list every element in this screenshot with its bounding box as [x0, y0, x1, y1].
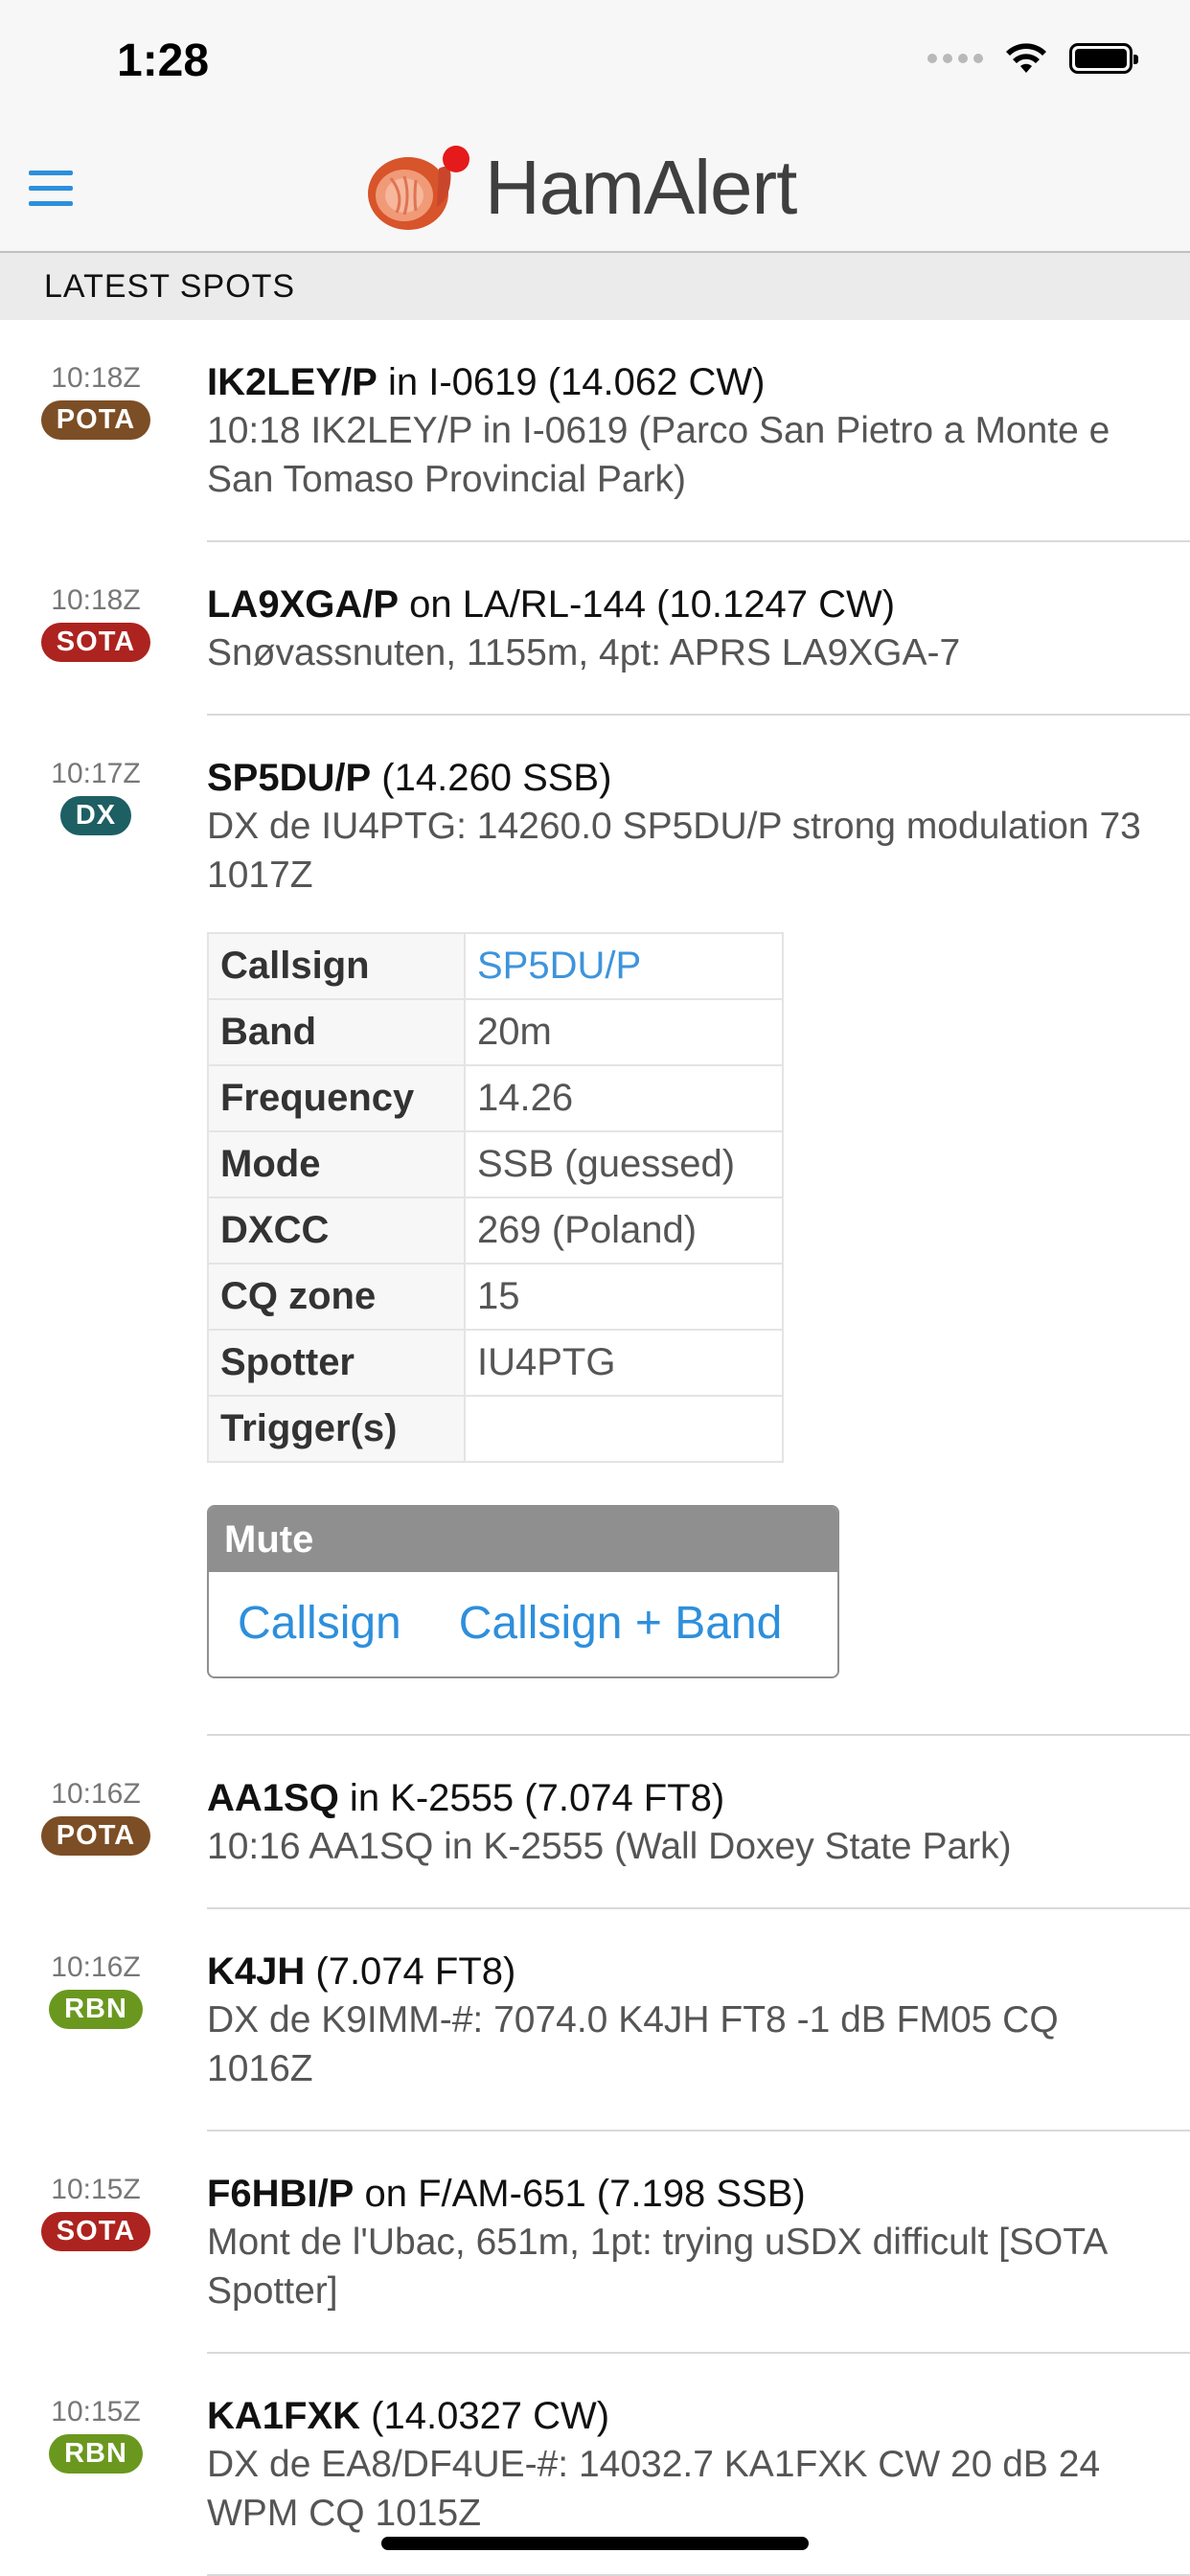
status-icons: [927, 42, 1138, 75]
spot-time: 10:15Z: [51, 2396, 141, 2428]
detail-label: Band: [207, 998, 466, 1066]
cellular-signal-icon: [927, 54, 983, 63]
spot-item-expanded[interactable]: 10:17Z DX SP5DU/P (14.260 SSB) DX de IU4…: [0, 716, 1190, 1736]
source-badge: DX: [59, 796, 132, 835]
spot-time: 10:15Z: [51, 2174, 141, 2205]
spot-callsign: IK2LEY/P: [207, 361, 378, 403]
spot-comment: DX de IU4PTG: 14260.0 SP5DU/P strong mod…: [207, 806, 1141, 896]
nav-bar: HamAlert: [0, 126, 1190, 253]
spot-callsign: AA1SQ: [207, 1777, 339, 1819]
detail-label: Frequency: [207, 1064, 466, 1132]
spot-summary: on LA/RL-144 (10.1247 CW): [399, 583, 896, 626]
spot-callsign: F6HBI/P: [207, 2173, 355, 2215]
spot-summary: in K-2555 (7.074 FT8): [338, 1777, 725, 1819]
spot-comment: Mont de l'Ubac, 651m, 1pt: trying uSDX d…: [207, 2222, 1107, 2312]
spot-summary: (7.074 FT8): [305, 1950, 516, 1993]
spot-item[interactable]: 10:18Z POTA IK2LEY/P in I-0619 (14.062 C…: [0, 320, 1190, 542]
spot-details-table: Callsign SP5DU/P Band 20m Frequency 14.26 M…: [207, 932, 784, 1463]
source-badge: SOTA: [40, 623, 151, 662]
spot-summary: (14.0327 CW): [360, 2395, 610, 2437]
spot-summary: on F/AM-651 (7.198 SSB): [354, 2173, 806, 2215]
spot-comment: 10:18 IK2LEY/P in I-0619 (Parco San Piet…: [207, 410, 1110, 500]
spot-item[interactable]: 10:16Z POTA AA1SQ in K-2555 (7.074 FT8) …: [0, 1736, 1190, 1909]
mute-panel: Mute Callsign Callsign + Band: [207, 1505, 839, 1678]
detail-value: 14.26: [464, 1064, 784, 1132]
detail-value: SSB (guessed): [464, 1130, 784, 1198]
detail-label: DXCC: [207, 1197, 466, 1265]
source-badge: RBN: [49, 1990, 143, 2029]
spot-callsign: K4JH: [207, 1950, 306, 1993]
mute-title: Mute: [209, 1507, 837, 1572]
spot-comment: DX de EA8/DF4UE-#: 14032.7 KA1FXK CW 20 …: [207, 2444, 1101, 2534]
source-badge: SOTA: [40, 2212, 151, 2251]
home-indicator[interactable]: [381, 2537, 809, 2550]
mute-callsign-band-button[interactable]: Callsign + Band: [459, 1597, 783, 1650]
source-badge: RBN: [49, 2434, 143, 2473]
spot-list[interactable]: 10:18Z POTA IK2LEY/P in I-0619 (14.062 C…: [0, 320, 1190, 2576]
spot-time: 10:17Z: [51, 758, 141, 789]
section-title: LATEST SPOTS: [44, 268, 296, 305]
spot-item[interactable]: 10:18Z SOTA LA9XGA/P on LA/RL-144 (10.12…: [0, 542, 1190, 716]
source-badge: POTA: [40, 1816, 151, 1856]
hamburger-menu-icon[interactable]: [29, 171, 73, 207]
spot-callsign: LA9XGA/P: [207, 583, 400, 626]
detail-value: 269 (Poland): [464, 1197, 784, 1265]
ham-leg-logo-icon: [368, 146, 469, 230]
wifi-icon: [1006, 43, 1046, 73]
callsign-link[interactable]: SP5DU/P: [464, 932, 784, 1000]
spot-summary: (14.260 SSB): [371, 757, 612, 799]
detail-value: 20m: [464, 998, 784, 1066]
spot-summary: in I-0619 (14.062 CW): [377, 361, 766, 403]
spot-time: 10:16Z: [51, 1951, 141, 1983]
detail-label: Spotter: [207, 1329, 466, 1397]
spot-comment: 10:16 AA1SQ in K-2555 (Wall Doxey State …: [207, 1826, 1012, 1867]
battery-icon: [1069, 43, 1138, 74]
detail-value: [464, 1395, 784, 1463]
detail-label: Trigger(s): [207, 1395, 466, 1463]
detail-value: IU4PTG: [464, 1329, 784, 1397]
detail-label: Mode: [207, 1130, 466, 1198]
latest-spots-header: LATEST SPOTS: [0, 253, 1190, 320]
detail-label: Callsign: [207, 932, 466, 1000]
status-bar: 1:28: [0, 0, 1190, 126]
spot-comment: DX de K9IMM-#: 7074.0 K4JH FT8 -1 dB FM0…: [207, 1999, 1059, 2089]
spot-callsign: KA1FXK: [207, 2395, 361, 2437]
spot-time: 10:16Z: [51, 1778, 141, 1810]
mute-callsign-button[interactable]: Callsign: [238, 1597, 401, 1650]
source-badge: POTA: [40, 400, 151, 440]
status-time: 1:28: [117, 35, 210, 86]
detail-label: CQ zone: [207, 1263, 466, 1331]
spot-callsign: SP5DU/P: [207, 757, 372, 799]
app-name: HamAlert: [485, 145, 797, 230]
spot-time: 10:18Z: [51, 584, 141, 616]
detail-value: 15: [464, 1263, 784, 1331]
spot-time: 10:18Z: [51, 362, 141, 394]
spot-item[interactable]: 10:16Z RBN K4JH (7.074 FT8) DX de K9IMM-…: [0, 1909, 1190, 2131]
app-logo: HamAlert: [362, 140, 797, 236]
spot-item[interactable]: 10:15Z SOTA F6HBI/P on F/AM-651 (7.198 S…: [0, 2131, 1190, 2354]
spot-comment: Snøvassnuten, 1155m, 4pt: APRS LA9XGA-7: [207, 632, 961, 673]
